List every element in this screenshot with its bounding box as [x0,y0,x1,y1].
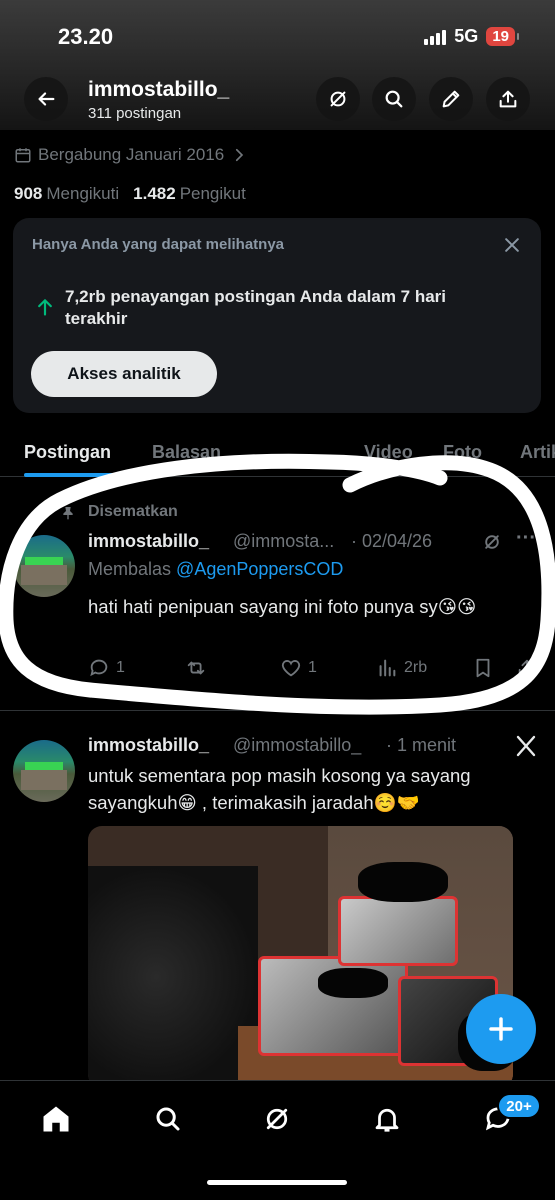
followers-count: 1.482 [133,184,176,203]
calendar-icon [15,148,31,163]
joined-label: Bergabung Januari 2016 [38,145,225,164]
avatar[interactable] [13,535,75,597]
like-count: 1 [308,659,317,676]
analytics-card-text: 7,2rb penayangan postingan Anda dalam 7 … [65,287,447,328]
grok-icon[interactable] [482,532,502,552]
bell-icon [375,1108,399,1132]
reply-icon [90,659,108,677]
status-bar: 23.20 5G 19 [0,0,555,72]
battery-icon: 19 [486,27,519,46]
profile-header: immostabillo_ 311 postingan [0,72,555,130]
status-time: 23.20 [58,24,114,49]
grok-icon [266,1108,288,1130]
follow-stats: 908 Mengikuti 1.482 Pengikut [14,184,246,204]
close-button[interactable] [499,232,525,258]
nav-grok[interactable] [259,1101,295,1137]
like-button[interactable]: 1 [280,657,317,679]
following-label: Mengikuti [46,184,120,203]
views-icon [379,659,396,677]
notification-badge: 20+ [497,1093,541,1119]
reply-mention[interactable]: @AgenPoppersCOD [176,559,343,579]
chevron-right-icon [236,148,244,162]
network-label: 5G [454,26,479,46]
bookmark-button[interactable] [472,657,494,679]
reply-button[interactable]: 1 [88,657,125,679]
tab-videos[interactable]: Video [364,442,413,463]
share-button[interactable] [486,77,530,121]
search-button[interactable] [372,77,416,121]
tab-photos[interactable]: Foto [443,442,482,463]
search-icon [385,90,403,108]
avatar[interactable] [13,740,75,802]
share-post-button[interactable] [516,657,538,679]
grok-button[interactable] [316,77,360,121]
following-link[interactable]: 908 Mengikuti [14,184,119,204]
pin-icon [63,507,73,520]
post-author-name[interactable]: immostabillo_ [88,735,209,756]
post-divider [0,710,555,711]
post-author-name[interactable]: immostabillo_ [88,531,209,552]
post-text: untuk sementara pop masih kosong ya saya… [88,765,471,813]
followers-link[interactable]: 1.482 Pengikut [133,184,246,204]
analytics-card-header: Hanya Anda yang dapat melihatnya [32,236,285,253]
compose-button[interactable] [466,994,536,1064]
post-date: · 02/04/26 [351,531,433,551]
post-author-handle[interactable]: @immosta... [233,531,334,552]
joined-date[interactable]: Bergabung Januari 2016 [14,145,248,165]
bookmark-icon [476,658,490,678]
repost-button[interactable] [185,657,207,679]
close-icon [505,238,519,252]
more-options-icon[interactable]: ··· [516,527,536,550]
analytics-card: Hanya Anda yang dapat melihatnya 7,2rb p… [13,218,541,413]
views-button[interactable]: 2rb [376,657,427,679]
analytics-button[interactable]: Akses analitik [31,351,217,397]
view-count: 2rb [404,659,428,676]
home-indicator [207,1180,347,1185]
edit-button[interactable] [429,77,473,121]
nav-notifications[interactable] [369,1101,405,1137]
pinned-label: Disematkan [88,503,178,520]
reply-prefix: Membalas [88,559,172,579]
followers-label: Pengikut [179,184,246,203]
post-time: · 1 menit [386,735,457,755]
home-icon [43,1106,69,1132]
repost-icon [187,661,205,675]
grok-icon [330,91,346,107]
header-username: immostabillo_ [88,78,230,101]
status-indicators: 5G 19 [424,26,519,47]
back-arrow-icon [38,92,55,106]
active-tab-indicator [24,473,126,477]
back-button[interactable] [24,77,68,121]
reply-count: 1 [116,659,125,676]
heart-icon [281,660,301,677]
x-logo-icon [516,735,536,757]
tab-replies[interactable]: Balasan [152,442,221,463]
signal-icon [424,29,447,45]
tab-posts[interactable]: Postingan [24,442,111,463]
nav-home[interactable] [38,1101,74,1137]
share-icon [518,659,536,677]
reply-context: Membalas @AgenPoppersCOD [88,559,343,580]
post-text: hati hati penipuan sayang ini foto punya… [88,596,477,617]
header-post-count: 311 postingan [88,105,182,122]
profile-tabs: Postingan Balasan Video Foto Artikel [0,435,555,477]
pencil-icon [442,90,460,108]
tab-articles[interactable]: Artikel [520,442,555,463]
arrow-up-icon [38,299,52,316]
following-count: 908 [14,184,43,203]
post-photo[interactable] [88,826,513,1088]
share-icon [499,90,517,108]
plus-icon [489,1017,513,1041]
nav-search[interactable] [150,1101,186,1137]
post-author-handle[interactable]: @immostabillo_ [233,735,361,756]
search-icon [156,1107,180,1131]
